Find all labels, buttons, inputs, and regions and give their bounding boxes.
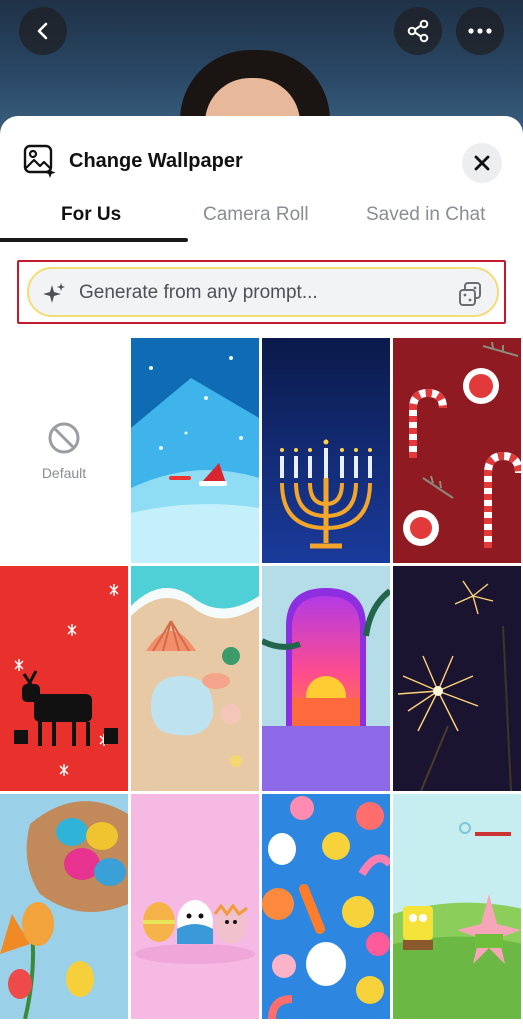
wallpaper-easter-eggs-basket[interactable] (0, 794, 128, 1019)
wallpaper-easter-egg-characters[interactable] (131, 794, 259, 1019)
share-icon (407, 19, 429, 43)
wallpaper-fireworks[interactable] (393, 566, 521, 791)
generate-prompt-input[interactable]: Generate from any prompt... (27, 267, 499, 317)
dice-icon[interactable] (457, 281, 483, 307)
wallpaper-beach-shells[interactable] (131, 566, 259, 791)
wallpaper-candy-canes[interactable] (393, 338, 521, 563)
sparkle-icon (43, 283, 65, 303)
tab-camera-roll[interactable]: Camera Roll (203, 204, 309, 226)
default-label: Default (41, 464, 87, 481)
tab-saved-in-chat[interactable]: Saved in Chat (366, 204, 485, 226)
wallpaper-sunset-arch[interactable] (262, 566, 390, 791)
wallpaper-icon (23, 144, 56, 178)
close-icon (474, 155, 490, 171)
active-tab-indicator (0, 238, 188, 242)
more-horizontal-icon (468, 28, 492, 34)
more-button[interactable] (456, 7, 504, 55)
back-button[interactable] (19, 7, 67, 55)
wallpaper-spongebob-patrick[interactable] (393, 794, 521, 1019)
wallpaper-winter-snow-beach[interactable] (131, 338, 259, 563)
tab-bar: For Us Camera Roll Saved in Chat (0, 196, 523, 242)
prompt-placeholder: Generate from any prompt... (79, 282, 318, 303)
wallpaper-sticker-pattern[interactable] (262, 794, 390, 1019)
tab-for-us[interactable]: For Us (61, 204, 121, 226)
sheet-title: Change Wallpaper (69, 150, 243, 172)
wallpaper-reindeer-red[interactable] (0, 566, 128, 791)
share-button[interactable] (394, 7, 442, 55)
close-button[interactable] (462, 143, 502, 183)
chevron-left-icon (37, 22, 48, 40)
wallpaper-menorah[interactable] (262, 338, 390, 563)
no-wallpaper-icon (48, 422, 80, 453)
change-wallpaper-sheet: Change Wallpaper For Us Camera Roll Save… (0, 116, 523, 1024)
wallpaper-default[interactable]: Default (0, 338, 128, 563)
sheet-header: Change Wallpaper (0, 116, 523, 196)
